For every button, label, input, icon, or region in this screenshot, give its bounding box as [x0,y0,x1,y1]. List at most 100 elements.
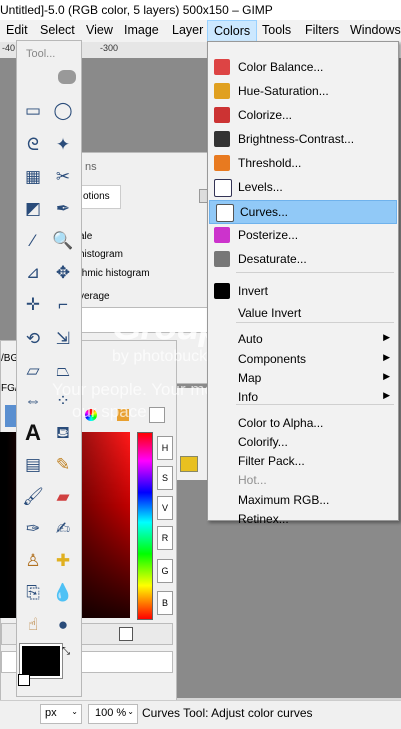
dodge-burn-icon[interactable]: ● [50,612,76,638]
paths-icon[interactable]: ✒ [50,196,76,222]
channel-s[interactable]: S [157,466,173,490]
dock-title: ns [85,161,97,173]
fuzzy-select-icon[interactable]: ✦ [50,132,76,158]
crop-icon[interactable]: ⌐ [50,292,76,318]
lasso-icon[interactable]: ᘓ [20,132,46,158]
flip-icon[interactable]: ⇔ [20,388,46,414]
text-icon[interactable]: A [20,420,46,446]
menu-item-retinex[interactable]: Retinex... [208,508,398,530]
default-colors-icon[interactable] [18,674,30,686]
rotate-icon[interactable]: ⟲ [20,326,46,352]
shear-icon[interactable]: ▱ [20,358,46,384]
eraser-icon[interactable]: ▰ [50,484,76,510]
menu-item-colorize[interactable]: Colorize... [208,104,398,126]
menu-item-label: Color to Alpha... [238,416,324,430]
menu-item-info[interactable]: Info ▶ [208,386,398,408]
menu-item-value-invert[interactable]: Value Invert [208,302,398,324]
hue-saturation-icon [214,83,230,99]
color-picker-icon[interactable]: ⁄ [20,228,46,254]
blur-icon[interactable]: 💧 [50,580,76,606]
submenu-arrow-icon: ▶ [383,352,390,362]
channel-b[interactable]: B [157,591,173,615]
zoom-icon[interactable]: 🔍 [50,228,76,254]
ellipse-select-icon[interactable]: ◯ [50,98,76,124]
menu-item-levels[interactable]: Levels... [208,176,398,198]
menu-item-desaturate[interactable]: Desaturate... [208,248,398,270]
menu-colors[interactable]: Colors [207,20,258,42]
menu-item-label: Hue-Saturation... [238,84,329,98]
heal-icon[interactable]: ✚ [50,548,76,574]
menu-item-curves[interactable]: Curves... [209,200,397,224]
menu-item-label: Colorize... [238,108,293,122]
menu-item-hue-saturation[interactable]: Hue-Saturation... [208,80,398,102]
menu-edit[interactable]: Edit [6,23,28,37]
desaturate-icon [214,251,230,267]
ink-icon[interactable]: ✍ [50,516,76,542]
menu-item-label: Posterize... [238,228,299,242]
airbrush-icon[interactable]: ✑ [20,516,46,542]
move-icon[interactable]: ✥ [50,260,76,286]
bucket-fill-icon[interactable]: ⛾ [50,420,76,446]
menu-item-label: Brightness-Contrast... [238,132,355,146]
menu-item-label: Threshold... [238,156,302,170]
menu-item-label: Retinex... [238,512,289,526]
align-icon[interactable]: ✛ [20,292,46,318]
menu-filters[interactable]: Filters [305,23,339,37]
menu-item-color-balance[interactable]: Color Balance... [208,56,398,78]
menu-item-label: Info [238,390,259,404]
color-balance-icon [214,59,230,75]
zoom-value: 100 % [95,707,127,719]
scale-icon[interactable]: ⇲ [50,326,76,352]
menu-select[interactable]: Select [40,23,75,37]
colors-menu: Color Balance... Hue-Saturation... Coloriz… [207,41,399,526]
clone-icon[interactable]: ♙ [20,548,46,574]
channel-v[interactable]: V [157,496,173,520]
menu-item-hot[interactable]: Hot... [208,469,398,491]
smudge-icon[interactable]: ☝ [20,612,46,638]
scales-icon[interactable] [149,407,165,423]
channel-g[interactable]: G [157,559,173,583]
folder-icon[interactable] [180,456,198,472]
menu-item-brightness-contrast[interactable]: Brightness-Contrast... [208,128,398,150]
menu-item-label: Map [238,371,262,385]
menu-windows[interactable]: Windows [350,23,401,37]
menu-item-label: Colorify... [238,435,288,449]
menu-item-label: Desaturate... [238,252,307,266]
menu-item-posterize[interactable]: Posterize... [208,224,398,246]
threshold-icon [214,155,230,171]
menu-item-auto[interactable]: Auto ▶ [208,328,398,350]
submenu-arrow-icon: ▶ [383,371,390,381]
colorize-icon [214,107,230,123]
menu-image[interactable]: Image [124,23,159,37]
menu-view[interactable]: View [86,23,113,37]
wilber-icon [58,70,76,84]
window-title: Untitled]-5.0 (RGB color, 5 layers) 500x… [0,3,273,17]
menu-layer[interactable]: Layer [172,23,203,37]
channel-r[interactable]: R [157,526,173,550]
blend-icon[interactable]: ▤ [20,452,46,478]
foreground-select-icon[interactable]: ◩ [20,196,46,222]
perspective-clone-icon[interactable]: ⎘ [20,580,46,606]
menu-item-label: Hot... [238,473,267,487]
submenu-arrow-icon: ▶ [383,390,390,400]
channel-h[interactable]: H [157,436,173,460]
brightness-contrast-icon [214,131,230,147]
unit-select[interactable]: px ⌄ [40,704,82,724]
zoom-select[interactable]: 100 % ⌄ [88,704,138,724]
pencil-icon[interactable]: ✎ [50,452,76,478]
menu-item-threshold[interactable]: Threshold... [208,152,398,174]
paintbrush-icon[interactable]: 🖌 [20,484,46,510]
color-select-icon[interactable]: ▦ [20,164,46,190]
swap-colors-icon[interactable]: ⤡ [62,646,70,657]
hue-slider[interactable] [137,432,153,620]
menu-tools[interactable]: Tools [262,23,291,37]
dock-tab[interactable]: otions [83,191,110,202]
scissors-icon[interactable]: ✂ [50,164,76,190]
menu-item-label: Components [238,352,307,366]
measure-icon[interactable]: ⊿ [20,260,46,286]
foreground-color-swatch[interactable] [19,643,63,679]
levels-icon [214,179,232,197]
menu-item-invert[interactable]: Invert [208,280,398,302]
eyedropper-icon[interactable] [119,627,133,641]
rect-select-icon[interactable]: ▭ [20,98,46,124]
